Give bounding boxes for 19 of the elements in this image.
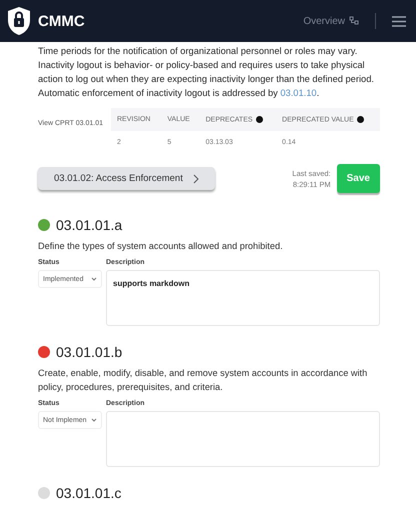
requirement-text: Create, enable, modify, disable, and remove system accounts in accordance with policy, procedures, prerequisites, and criteria. [38, 367, 368, 394]
overview-link[interactable]: Overview [303, 16, 359, 26]
menu-icon[interactable] [392, 16, 406, 26]
requirement-text: Define the types of system accounts allowed and prohibited. [38, 240, 284, 254]
hierarchy-icon [349, 16, 359, 26]
chevron-right-icon [192, 174, 199, 184]
shield-lock-icon [6, 6, 32, 36]
requirement-id: 03.01.01.a [56, 217, 122, 234]
requirement-id: 03.01.01.c [56, 485, 122, 502]
description-field[interactable]: supports markdown [106, 270, 380, 326]
info-icon [256, 116, 263, 123]
description-field[interactable] [106, 411, 380, 468]
chevron-down-icon [91, 418, 97, 422]
next-control-button[interactable]: 03.01.02: Access Enforcement [38, 167, 215, 190]
requirement-id: 03.01.01.b [56, 344, 122, 360]
brand-name: CMMC [38, 12, 85, 30]
info-icon [356, 116, 364, 123]
intro-paragraph: Time periods for the notification of organizational personnel or roles may vary. Inactivity logout is behavior- or policy-based and requires users to take physical action to log out when they are expecting inactivity longer than the defined period. Automatic enforcement of inactivity logout is addressed by 03.01.10. [38, 45, 375, 100]
chevron-down-icon [91, 277, 97, 282]
